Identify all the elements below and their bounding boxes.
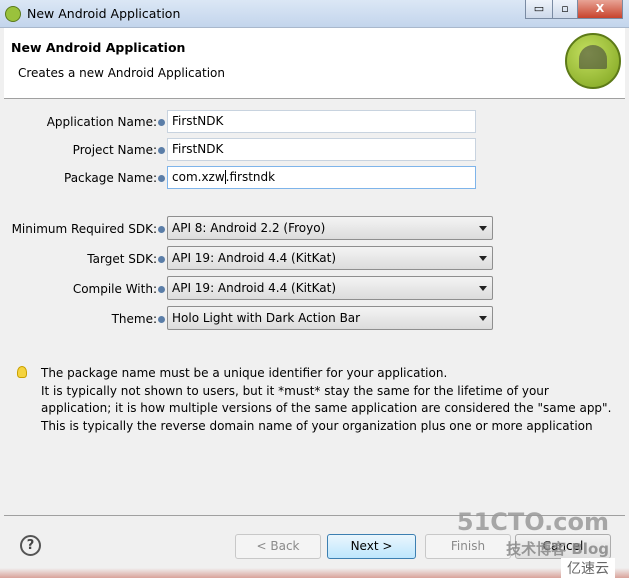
chevron-down-icon (479, 316, 487, 321)
page-subtitle: Creates a new Android Application (18, 66, 225, 80)
min-sdk-select[interactable]: API 8: Android 2.2 (Froyo) (167, 216, 493, 240)
next-button[interactable]: Next > (327, 534, 416, 559)
package-name-input[interactable]: com.xzw.firstndk (167, 166, 476, 189)
info-icon (158, 119, 165, 126)
info-icon (158, 226, 165, 233)
finish-button[interactable]: Finish (425, 534, 511, 559)
target-sdk-label: Target SDK: (87, 252, 157, 266)
compile-with-label: Compile With: (72, 282, 157, 296)
project-name-input[interactable]: FirstNDK (167, 138, 476, 161)
close-button[interactable]: X (577, 0, 623, 19)
theme-select[interactable]: Holo Light with Dark Action Bar (167, 306, 493, 330)
window-title: New Android Application (27, 6, 181, 21)
android-logo-icon (565, 33, 621, 89)
package-text-before: com.xzw (172, 170, 225, 184)
info-icon (158, 175, 165, 182)
hint-line: This is typically the reverse domain nam… (41, 418, 593, 433)
hint-line: The package name must be a unique identi… (41, 366, 448, 380)
chevron-down-icon (479, 256, 487, 261)
watermark-yisuyun: 亿速云 (561, 558, 615, 578)
help-button[interactable]: ? (20, 535, 41, 556)
watermark-blog: 技术博客 Blog (506, 540, 609, 558)
application-name-input[interactable]: FirstNDK (167, 110, 476, 133)
min-sdk-value: API 8: Android 2.2 (Froyo) (172, 221, 326, 235)
application-name-label: Application Name: (46, 115, 157, 129)
compile-with-value: API 19: Android 4.4 (KitKat) (172, 281, 337, 295)
page-title: New Android Application (11, 40, 186, 55)
hint-text: The package name must be a unique identi… (41, 365, 616, 435)
theme-value: Holo Light with Dark Action Bar (172, 311, 361, 325)
window-bottom-edge (0, 568, 629, 578)
info-icon (158, 286, 165, 293)
target-sdk-select[interactable]: API 19: Android 4.4 (KitKat) (167, 246, 493, 270)
minimize-button[interactable]: ▭ (525, 0, 553, 19)
android-app-icon (5, 6, 21, 22)
wizard-header: New Android Application Creates a new An… (4, 28, 625, 99)
min-sdk-label: Minimum Required SDK: (11, 222, 157, 236)
chevron-down-icon (479, 226, 487, 231)
lightbulb-icon (17, 366, 27, 378)
target-sdk-value: API 19: Android 4.4 (KitKat) (172, 251, 337, 265)
package-text-after: .firstndk (225, 170, 276, 184)
watermark-51cto: 51CTO.com (456, 508, 609, 536)
compile-with-select[interactable]: API 19: Android 4.4 (KitKat) (167, 276, 493, 300)
info-icon (158, 147, 165, 154)
project-name-label: Project Name: (72, 143, 157, 157)
info-icon (158, 316, 165, 323)
back-button[interactable]: < Back (235, 534, 321, 559)
maximize-button[interactable]: ▫ (552, 0, 578, 19)
chevron-down-icon (479, 286, 487, 291)
package-name-label: Package Name: (64, 171, 157, 185)
title-bar: New Android Application ▭ ▫ X (0, 0, 629, 28)
info-icon (158, 256, 165, 263)
theme-label: Theme: (111, 312, 157, 326)
hint-line: It is typically not shown to users, but … (41, 383, 612, 416)
